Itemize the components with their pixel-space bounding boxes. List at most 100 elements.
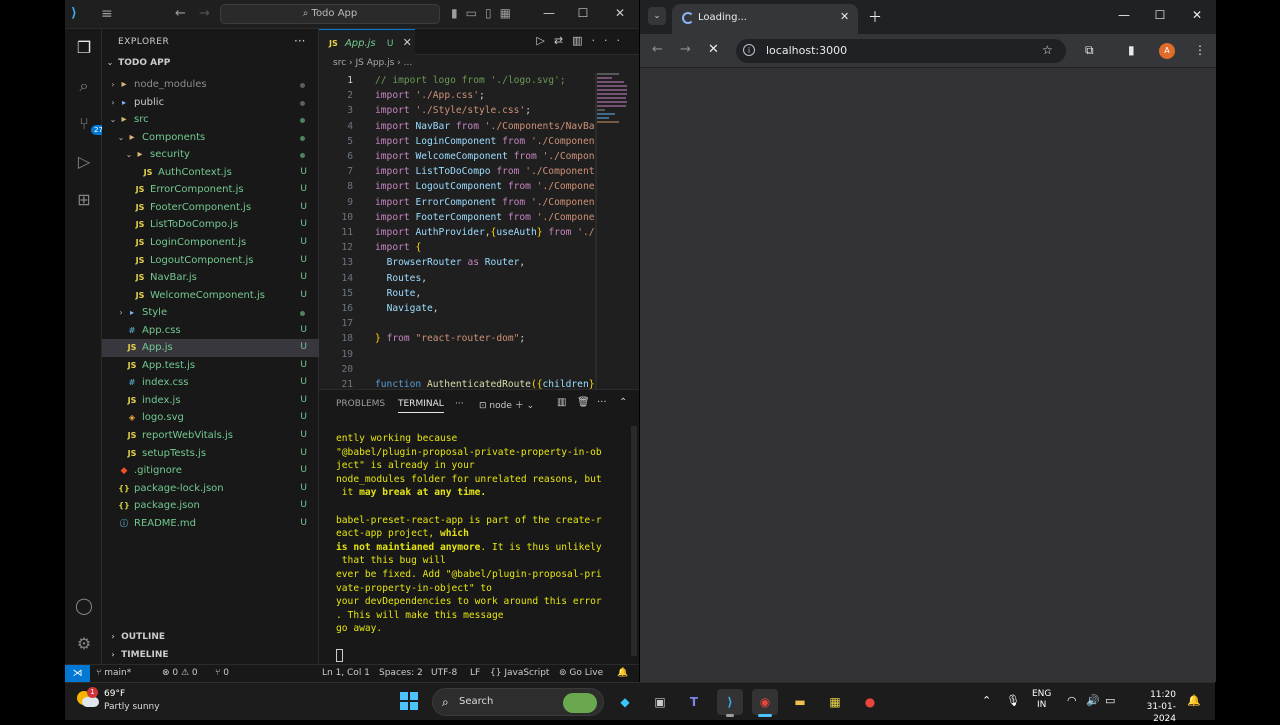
terminal-scrollbar[interactable] [631,426,637,656]
profile-avatar[interactable]: A [1159,43,1175,59]
chevron-down-icon[interactable]: ⌄ [124,146,134,164]
chevron-down-icon[interactable]: ⌄ [108,111,118,129]
tab-close-icon[interactable]: ✕ [840,10,849,23]
tree-item[interactable]: ⌄▸src [102,111,319,129]
tab-search-icon[interactable]: ⌄ [648,7,666,25]
code-line[interactable]: 5import LoginComponent from './Component… [319,134,595,149]
language-mode[interactable]: {} JavaScript [490,665,549,682]
chevron-up-icon[interactable]: ⌃ [619,397,627,408]
tree-item[interactable]: JSAuthContext.jsU [102,164,319,182]
back-arrow-icon[interactable]: ← [175,6,186,21]
code-line[interactable]: 3import './Style/style.css'; [319,103,595,118]
forward-arrow-icon[interactable]: → [199,6,210,21]
tab-terminal[interactable]: TERMINAL [398,399,444,413]
eol-status[interactable]: LF [470,665,480,682]
tree-item[interactable]: ›▸Style [102,304,319,322]
breadcrumb[interactable]: src › JS App.js › ... [333,58,412,68]
explorer-files-icon[interactable]: ❐ [73,37,95,59]
code-line[interactable]: 13 BrowserRouter as Router, [319,255,595,270]
code-line[interactable]: 21function AuthenticatedRoute({children}… [319,377,595,389]
code-line[interactable]: 8import LogoutComponent from './Componen… [319,179,595,194]
tree-item[interactable]: #index.cssU [102,374,319,392]
weather-temperature[interactable]: 69°F [104,689,125,699]
source-control-icon[interactable]: ⑂27 [73,113,95,135]
tree-item[interactable]: JSindex.jsU [102,392,319,410]
code-line[interactable]: 19 [319,347,595,362]
toggle-secondary-sidebar-icon[interactable]: ▯ [485,6,500,20]
tree-item[interactable]: ◆.gitignoreU [102,462,319,480]
tree-item[interactable]: ›▸public [102,94,319,112]
tree-item[interactable]: JSListToDoCompo.jsU [102,216,319,234]
accounts-icon[interactable]: ◯ [73,595,95,617]
new-terminal-icon[interactable]: ＋ [515,401,524,411]
panel-more-icon[interactable]: ··· [455,399,464,409]
code-line[interactable]: 17 [319,316,595,331]
search-icon[interactable]: ⌕ [73,75,95,97]
forward-arrow-icon[interactable]: → [680,42,691,57]
tree-item[interactable]: JSNavBar.jsU [102,269,319,287]
close-icon[interactable]: ✕ [1187,8,1207,22]
stop-loading-icon[interactable]: ✕ [708,42,719,57]
show-hidden-icons-icon[interactable]: ⌃ [982,694,991,707]
code-line[interactable]: 2import './App.css'; [319,88,595,103]
extensions-puzzle-icon[interactable]: ⧉ [1085,43,1094,58]
code-line[interactable]: 6import WelcomeComponent from './Compone… [319,149,595,164]
teams-icon[interactable]: T [681,689,707,715]
extensions-icon[interactable]: ⊞ [73,189,95,211]
code-line[interactable]: 1// import logo from './logo.svg'; [319,73,595,88]
tree-item[interactable]: JSreportWebVitals.jsU [102,427,319,445]
chevron-right-icon[interactable]: › [108,94,118,112]
tree-item[interactable]: JSsetupTests.jsU [102,445,319,463]
tree-item[interactable]: ⌄▸Components [102,129,319,147]
trash-icon[interactable]: 🗑 [577,397,590,408]
tree-item[interactable]: ⌄▸security [102,146,319,164]
tab-problems[interactable]: PROBLEMS [336,399,385,409]
volume-icon[interactable]: 🔊 [1086,694,1100,707]
weather-description[interactable]: Partly sunny [104,702,160,712]
taskbar-search[interactable]: ⌕ Search [432,688,604,716]
chevron-down-icon[interactable]: ⌄ [527,401,535,411]
layout-controls[interactable]: ▮▭▯▦ [451,6,519,20]
windows-start-icon[interactable] [400,692,418,710]
tree-item[interactable]: ◈logo.svgU [102,409,319,427]
tree-item[interactable]: JSApp.jsU [102,339,319,357]
vscode-taskbar-icon[interactable]: ⟩ [717,689,743,715]
editor-scrollbar[interactable] [595,73,597,389]
tree-item[interactable]: JSWelcomeComponent.jsU [102,287,319,305]
tree-item[interactable]: JSLogoutComponent.jsU [102,252,319,270]
split-terminal-icon[interactable]: ▥ [557,397,566,408]
notification-bell-icon[interactable]: 🔔 [1187,694,1201,707]
file-explorer-icon[interactable]: ▬ [787,689,813,715]
remote-indicator-icon[interactable]: ⋊ [65,665,90,682]
run-debug-icon[interactable]: ▷ [73,151,95,173]
tree-item[interactable]: ⓘREADME.mdU [102,515,319,533]
back-arrow-icon[interactable]: ← [652,42,663,57]
url-text[interactable]: localhost:3000 [766,44,847,57]
tab-close-icon[interactable]: ✕ [403,36,412,49]
tree-item[interactable]: ›▸node_modules [102,76,319,94]
toggle-sidebar-icon[interactable]: ▮ [451,6,466,20]
address-bar[interactable]: i localhost:3000 ☆ [736,39,1066,63]
branch-status[interactable]: ⑂ main* [96,665,131,682]
new-tab-icon[interactable]: ＋ [868,7,882,27]
code-line[interactable]: 14 Routes, [319,271,595,286]
wifi-icon[interactable]: ◠ [1067,694,1077,707]
settings-gear-icon[interactable]: ⚙ [73,633,95,655]
tab-app-js[interactable]: JS App.js U ✕ [319,29,415,55]
hamburger-menu-icon[interactable]: ≡ [101,6,113,22]
side-panel-icon[interactable]: ▮ [1128,43,1135,57]
customize-layout-icon[interactable]: ▦ [500,6,519,20]
cursor-position[interactable]: Ln 1, Col 1 [322,665,370,682]
encoding-status[interactable]: UTF-8 [431,665,457,682]
chrome-taskbar-icon[interactable]: ◉ [752,689,778,715]
code-line[interactable]: 11import AuthProvider,{useAuth} from './… [319,225,595,240]
more-actions-icon[interactable]: ··· [294,34,305,48]
code-line[interactable]: 20 [319,362,595,377]
command-center-search[interactable]: ⌕ Todo App [220,4,440,24]
compare-changes-icon[interactable]: ⇄ [554,34,572,47]
go-live-button[interactable]: ⊚ Go Live [559,665,603,682]
minimize-icon[interactable]: — [1114,8,1134,22]
close-icon[interactable]: ✕ [610,6,630,20]
code-line[interactable]: 9import ErrorComponent from './Component… [319,195,595,210]
maximize-icon[interactable]: ☐ [1150,8,1170,22]
